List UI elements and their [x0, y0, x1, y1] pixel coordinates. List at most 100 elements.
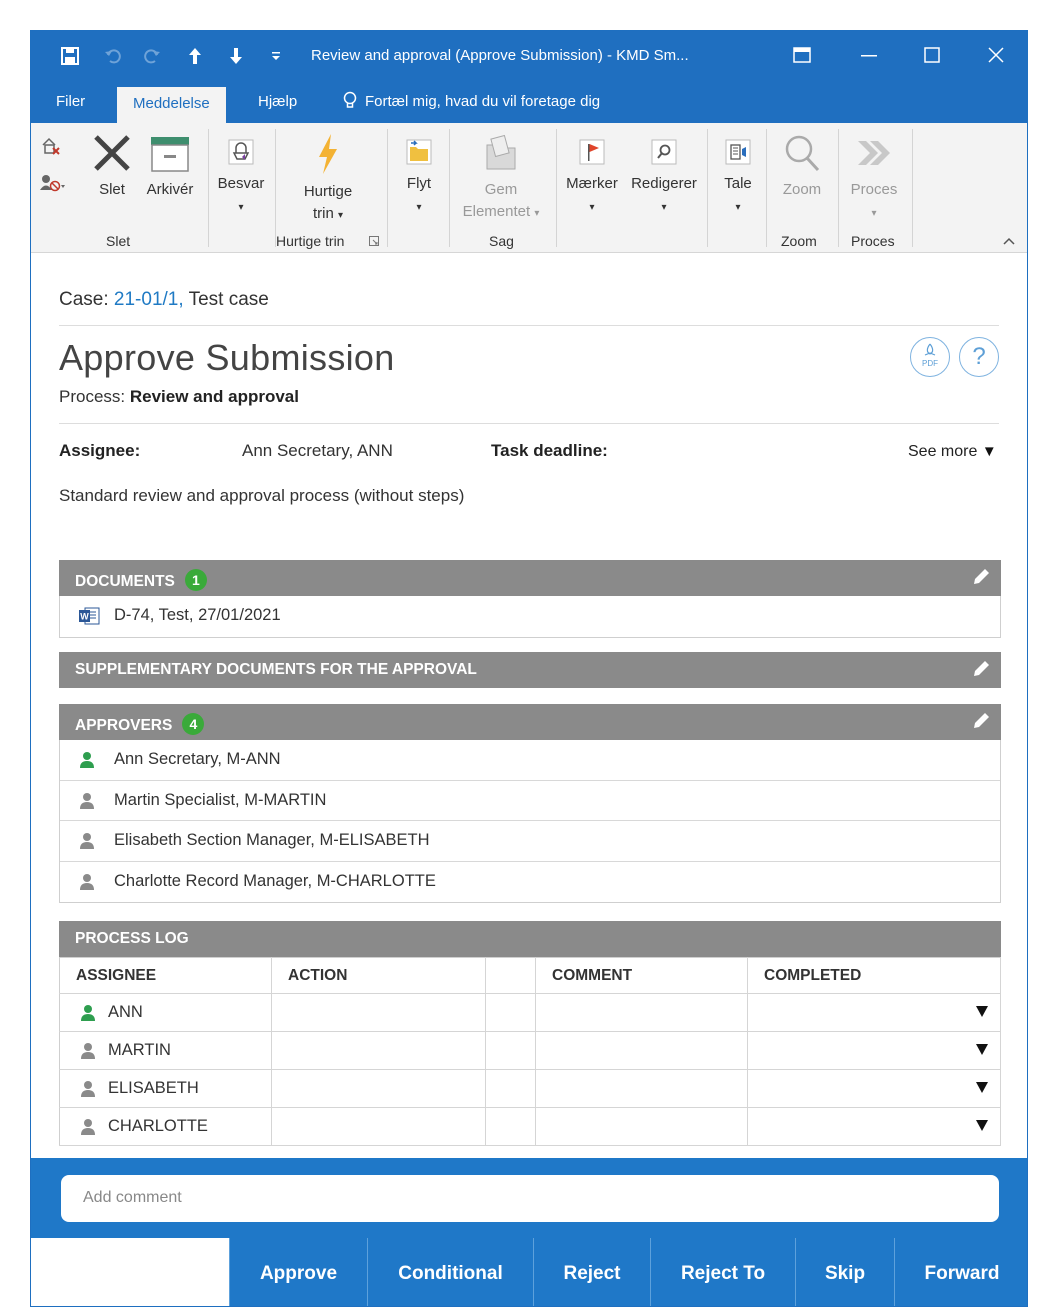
- approve-button[interactable]: Approve: [229, 1238, 367, 1306]
- group-label-process: Proces: [851, 233, 895, 249]
- reply-button[interactable]: Besvar ▾: [214, 137, 268, 219]
- assignee-label: Assignee:: [59, 441, 141, 460]
- person-icon: [81, 1081, 95, 1097]
- table-row[interactable]: ELISABETH: [59, 1069, 1001, 1108]
- save-icon[interactable]: [61, 47, 79, 65]
- delete-label: Slet: [99, 181, 125, 198]
- tell-me-search[interactable]: Fortæl mig, hvad du vil foretage dig: [365, 93, 600, 110]
- person-icon: [80, 792, 94, 809]
- quick-steps-label: Hurtige: [303, 183, 353, 200]
- junk-icon[interactable]: [39, 173, 67, 193]
- approvers-section-header: APPROVERS 4: [59, 704, 1001, 740]
- forward-button[interactable]: Forward: [894, 1238, 1027, 1306]
- task-description: Standard review and approval process (wi…: [59, 486, 465, 505]
- reject-to-button[interactable]: Reject To: [650, 1238, 795, 1306]
- undo-icon: [105, 49, 121, 64]
- save-item-label-2: Elementet: [462, 203, 531, 220]
- document-title: D-74, Test, 27/01/2021: [114, 606, 281, 624]
- quick-steps-button[interactable]: Hurtige trin ▾: [293, 133, 363, 227]
- log-assignee: CHARLOTTE: [108, 1117, 208, 1135]
- tags-label: Mærker: [566, 175, 618, 192]
- edit-documents-icon[interactable]: [971, 567, 991, 587]
- outlook-message-window: Review and approval (Approve Submission)…: [30, 30, 1028, 1307]
- next-item-icon[interactable]: [228, 46, 244, 66]
- approver-item: Ann Secretary, M-ANN: [60, 740, 1000, 781]
- person-icon: [80, 873, 94, 890]
- approvers-list: Ann Secretary, M-ANN Martin Specialist, …: [59, 740, 1001, 903]
- archive-icon: [151, 137, 189, 172]
- column-header: ACTION: [271, 957, 486, 994]
- expand-row-icon[interactable]: [976, 1120, 988, 1131]
- case-link[interactable]: 21-01/1,: [114, 289, 184, 310]
- archive-button[interactable]: Arkivér: [141, 133, 199, 201]
- edit-approvers-icon[interactable]: [971, 711, 991, 731]
- person-icon: [81, 1005, 95, 1021]
- tags-button[interactable]: Mærker ▾: [561, 137, 623, 219]
- delete-button[interactable]: Slet: [89, 133, 135, 201]
- process-chevrons-icon: [858, 141, 890, 165]
- process-log-title: PROCESS LOG: [75, 930, 189, 947]
- column-header: COMPLETED: [747, 957, 1001, 994]
- table-row[interactable]: ANN: [59, 993, 1001, 1032]
- help-button[interactable]: ?: [959, 337, 999, 377]
- close-icon[interactable]: [988, 47, 1004, 63]
- supplementary-section-header: SUPPLEMENTARY DOCUMENTS FOR THE APPROVAL: [59, 652, 1001, 688]
- comment-input[interactable]: Add comment: [61, 1175, 999, 1222]
- process-log-table: ASSIGNEE ACTION COMMENT COMPLETED ANN MA…: [59, 957, 1001, 1146]
- quick-steps-label-2: trin: [312, 205, 334, 222]
- case-folder-icon: [486, 134, 516, 170]
- comment-bar: Add comment: [31, 1158, 1027, 1238]
- move-button[interactable]: Flyt ▾: [396, 137, 442, 219]
- save-item-label: Gem: [484, 181, 518, 198]
- process-label: Proces: [850, 181, 898, 198]
- expand-row-icon[interactable]: [976, 1044, 988, 1055]
- tab-file[interactable]: Filer: [56, 93, 85, 110]
- tab-help[interactable]: Hjælp: [258, 93, 297, 110]
- person-icon: [81, 1119, 95, 1135]
- expand-row-icon[interactable]: [976, 1006, 988, 1017]
- ribbon-display-options-icon[interactable]: [793, 47, 811, 63]
- process-line: Process: Review and approval: [59, 387, 299, 407]
- dialog-launcher-icon[interactable]: [369, 236, 379, 246]
- tab-message[interactable]: Meddelelse: [117, 87, 226, 123]
- skip-button[interactable]: Skip: [795, 1238, 894, 1306]
- pdf-icon: PDF: [922, 343, 938, 368]
- ignore-icon[interactable]: [41, 137, 61, 157]
- maximize-icon[interactable]: [924, 47, 940, 63]
- see-more-button[interactable]: See more ▼: [908, 443, 997, 461]
- table-row[interactable]: MARTIN: [59, 1031, 1001, 1070]
- delete-x-icon: [94, 135, 130, 171]
- action-bar: Approve Conditional Reject Reject To Ski…: [31, 1238, 1027, 1306]
- pdf-button[interactable]: PDF: [910, 337, 950, 377]
- document-item[interactable]: W D-74, Test, 27/01/2021: [60, 596, 1000, 637]
- approvers-count-badge: 4: [182, 713, 205, 735]
- person-icon: [80, 833, 94, 849]
- approver-item: Charlotte Record Manager, M-CHARLOTTE: [60, 862, 1000, 903]
- expand-row-icon[interactable]: [976, 1082, 988, 1093]
- table-row[interactable]: CHARLOTTE: [59, 1107, 1001, 1146]
- conditional-button[interactable]: Conditional: [367, 1238, 533, 1306]
- approvers-title: APPROVERS: [75, 717, 173, 734]
- process-name: Review and approval: [129, 387, 299, 406]
- search-icon: [651, 139, 677, 165]
- title-bar: Review and approval (Approve Submission)…: [31, 31, 1027, 81]
- customize-qat-icon[interactable]: [271, 51, 281, 61]
- speech-button[interactable]: Tale ▾: [717, 137, 759, 219]
- svg-text:PDF: PDF: [922, 359, 938, 368]
- speech-label: Tale: [724, 175, 752, 192]
- page-title: Approve Submission: [59, 337, 395, 378]
- minimize-icon[interactable]: [861, 55, 877, 57]
- zoom-icon: [785, 135, 820, 172]
- window-title: Review and approval (Approve Submission)…: [311, 47, 689, 64]
- previous-item-icon[interactable]: [187, 46, 203, 66]
- zoom-label: Zoom: [782, 181, 822, 198]
- zoom-button: Zoom: [774, 133, 830, 201]
- column-header: [485, 957, 536, 994]
- editing-label: Redigerer: [631, 175, 697, 192]
- read-aloud-icon: [725, 139, 751, 165]
- approver-name: Martin Specialist, M-MARTIN: [114, 790, 327, 809]
- reject-button[interactable]: Reject: [533, 1238, 650, 1306]
- editing-button[interactable]: Redigerer ▾: [626, 137, 702, 219]
- collapse-ribbon-icon[interactable]: [1003, 237, 1015, 245]
- edit-supplementary-icon[interactable]: [971, 659, 991, 679]
